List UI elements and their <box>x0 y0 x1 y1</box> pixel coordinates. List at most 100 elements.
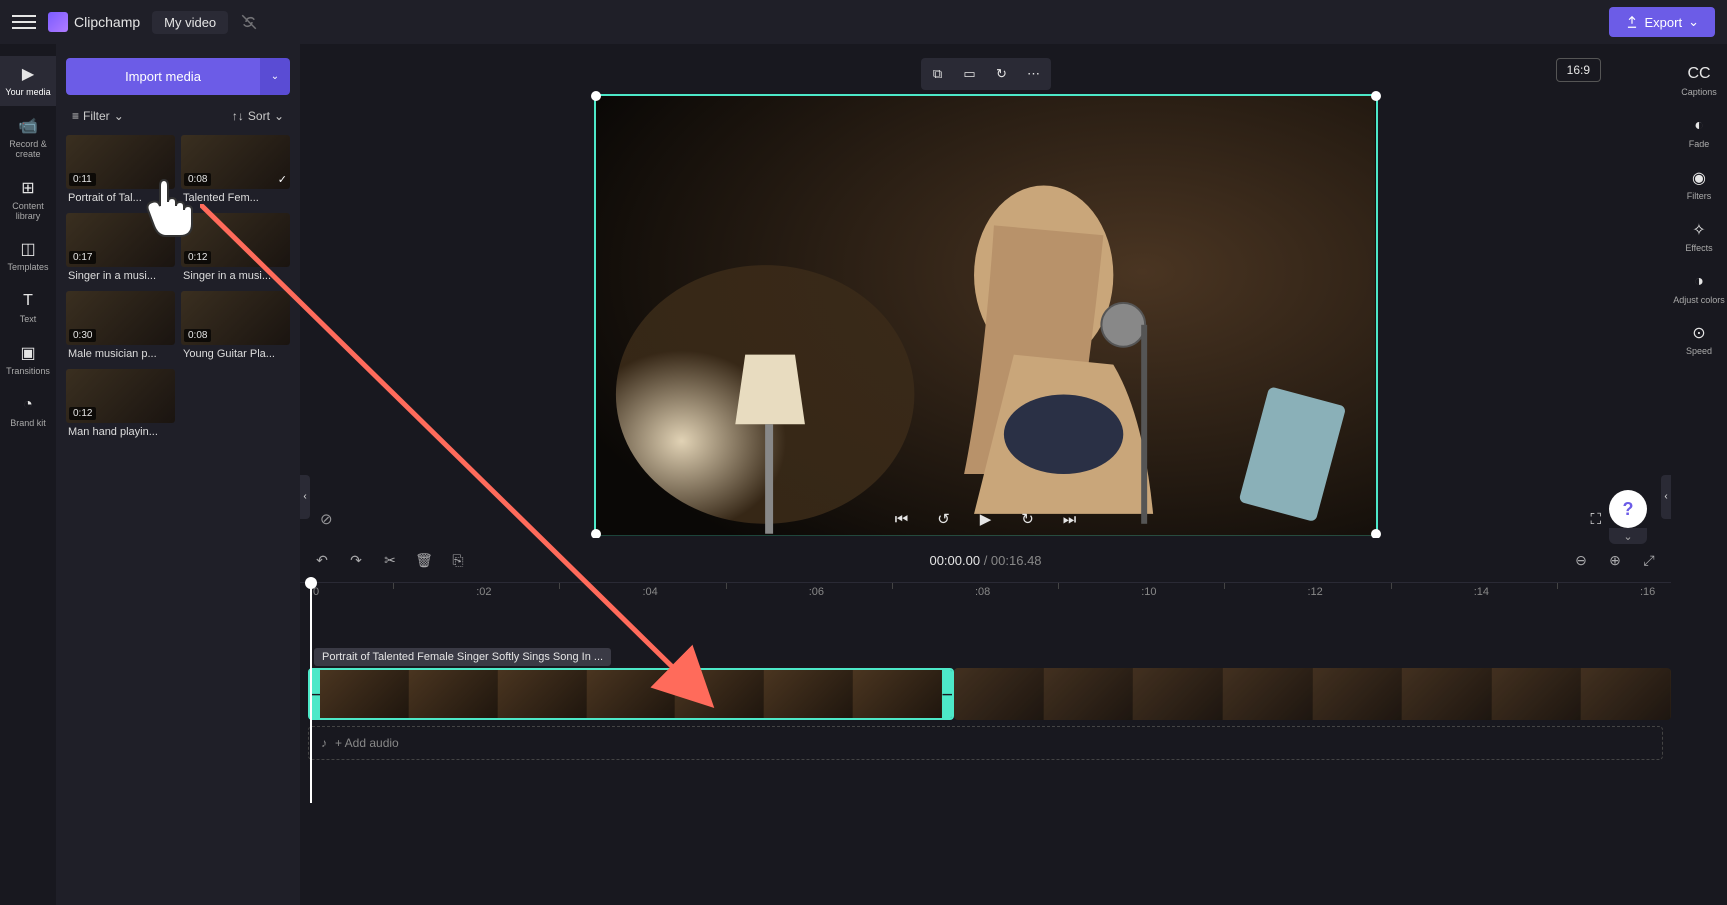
ruler-minor-tick <box>1557 583 1558 589</box>
menu-button[interactable] <box>12 10 36 34</box>
rotate-button[interactable]: ↻ <box>987 60 1017 88</box>
clip-label: Portrait of Talented Female Singer Softl… <box>314 648 611 666</box>
media-item-2[interactable]: 0:17Singer in a musi... <box>66 213 175 285</box>
templates-icon: ◫ <box>18 239 38 259</box>
split-button[interactable]: ✂ <box>380 552 400 569</box>
media-duration: 0:30 <box>69 329 96 342</box>
video-clip-selected[interactable]: || || <box>308 668 954 720</box>
media-thumbnail: 0:30 <box>66 291 175 345</box>
zoom-in-button[interactable]: ⊕ <box>1605 552 1625 569</box>
media-filename: Young Guitar Pla... <box>181 345 290 363</box>
preview-canvas[interactable] <box>594 94 1378 536</box>
media-filename: Talented Fem... <box>181 189 290 207</box>
filters-icon: ◉ <box>1689 168 1709 188</box>
media-item-1[interactable]: 0:08✓Talented Fem... <box>181 135 290 207</box>
logo-icon <box>48 12 68 32</box>
next-button[interactable]: ⏭ <box>1059 508 1081 530</box>
sidebar-effects[interactable]: ✧Effects <box>1671 212 1727 262</box>
app-logo[interactable]: Clipchamp <box>48 12 140 32</box>
aspect-ratio-button[interactable]: 16:9 <box>1556 58 1601 82</box>
adjust-icon: ◑ <box>1689 272 1709 292</box>
play-button[interactable]: ▶ <box>975 508 997 530</box>
help-button[interactable]: ? <box>1609 490 1647 528</box>
export-button[interactable]: Export ⌄ <box>1609 7 1715 37</box>
import-dropdown[interactable]: ⌄ <box>260 58 290 95</box>
sidebar-brand-kit[interactable]: ◔Brand kit <box>0 387 56 437</box>
media-thumbnail: 0:17 <box>66 213 175 267</box>
fit-button[interactable]: ▭ <box>955 60 985 88</box>
zoom-out-button[interactable]: ⊖ <box>1571 552 1591 569</box>
undo-button[interactable]: ↶ <box>312 552 332 569</box>
ruler-tick: :16 <box>1640 586 1655 598</box>
resize-handle-tr[interactable] <box>1371 91 1381 101</box>
watermark-button[interactable]: ⊘ <box>320 510 333 528</box>
media-item-4[interactable]: 0:30Male musician p... <box>66 291 175 363</box>
media-thumbnail: 0:11 <box>66 135 175 189</box>
duplicate-button[interactable]: ⎘ <box>448 552 468 569</box>
delete-button[interactable]: 🗑 <box>414 552 434 569</box>
prev-button[interactable]: ⏮ <box>891 508 913 530</box>
speed-icon: ⊙ <box>1689 323 1709 343</box>
media-item-5[interactable]: 0:08Young Guitar Pla... <box>181 291 290 363</box>
chevron-down-icon: ⌄ <box>114 109 124 123</box>
sidebar-speed[interactable]: ⊙Speed <box>1671 315 1727 365</box>
media-item-6[interactable]: 0:12Man hand playin... <box>66 369 175 441</box>
clip-handle-right[interactable]: || <box>942 670 952 718</box>
sidebar-record-create[interactable]: 📹Record & create <box>0 108 56 168</box>
fullscreen-button[interactable]: ⛶ <box>1590 511 1601 528</box>
sidebar-adjust-colors[interactable]: ◑Adjust colors <box>1671 264 1727 314</box>
sidebar-your-media[interactable]: ▶Your media <box>0 56 56 106</box>
effects-icon: ✧ <box>1689 220 1709 240</box>
ruler-minor-tick <box>892 583 893 589</box>
media-filename: Portrait of Tal... <box>66 189 175 207</box>
sidebar-content-library[interactable]: ⊞Content library <box>0 170 56 230</box>
sidebar-captions[interactable]: CCCaptions <box>1671 56 1727 106</box>
collapse-help-button[interactable]: ⌄ <box>1609 528 1647 544</box>
crop-button[interactable]: ⧉ <box>923 60 953 88</box>
sidebar-templates[interactable]: ◫Templates <box>0 231 56 281</box>
media-thumbnail: 0:08✓ <box>181 135 290 189</box>
captions-icon: CC <box>1689 64 1709 84</box>
chevron-down-icon: ⌄ <box>1688 14 1699 30</box>
checkmark-icon: ✓ <box>278 173 287 186</box>
ruler-minor-tick <box>1058 583 1059 589</box>
text-icon: T <box>18 291 38 311</box>
preview-image <box>596 96 1376 536</box>
app-name: Clipchamp <box>74 14 140 30</box>
timeline-tracks: Portrait of Talented Female Singer Softl… <box>300 604 1671 760</box>
rewind-button[interactable]: ↺ <box>933 508 955 530</box>
sync-off-icon <box>240 13 258 31</box>
timeline-toolbar: ↶ ↷ ✂ 🗑 ⎘ 00:00.00 / 00:16.48 ⊖ ⊕ ⤢ <box>300 538 1671 582</box>
sort-button[interactable]: ↑↓Sort⌄ <box>232 109 284 123</box>
media-item-0[interactable]: 0:11 Portrait of Tal... <box>66 135 175 207</box>
ruler-minor-tick <box>726 583 727 589</box>
filter-button[interactable]: ≡Filter⌄ <box>72 109 124 123</box>
sidebar-transitions[interactable]: ▣Transitions <box>0 335 56 385</box>
sidebar-filters[interactable]: ◉Filters <box>1671 160 1727 210</box>
media-filename: Singer in a musi... <box>181 267 290 285</box>
resize-handle-tl[interactable] <box>591 91 601 101</box>
timeline-time: 00:00.00 / 00:16.48 <box>929 553 1041 568</box>
sidebar-text[interactable]: TText <box>0 283 56 333</box>
media-icon: ▶ <box>18 64 38 84</box>
zoom-fit-button[interactable]: ⤢ <box>1639 552 1659 569</box>
redo-button[interactable]: ↷ <box>346 552 366 569</box>
ruler-minor-tick <box>1391 583 1392 589</box>
playhead[interactable] <box>310 583 312 803</box>
add-audio-track[interactable]: ♪ + Add audio <box>308 726 1663 760</box>
forward-button[interactable]: ↻ <box>1017 508 1039 530</box>
sidebar-fade[interactable]: ◐Fade <box>1671 108 1727 158</box>
filter-icon: ≡ <box>72 109 79 123</box>
timeline-ruler[interactable]: :0:02:04:06:08:10:12:14:16 <box>300 582 1671 604</box>
media-thumbnail: 0:12 <box>181 213 290 267</box>
ruler-tick: :02 <box>476 586 491 598</box>
project-title[interactable]: My video <box>152 11 228 34</box>
video-clip-2[interactable] <box>954 668 1671 720</box>
import-media-button[interactable]: Import media <box>66 58 260 95</box>
more-options-button[interactable]: ⋯ <box>1019 60 1049 88</box>
media-filename: Singer in a musi... <box>66 267 175 285</box>
ruler-minor-tick <box>1224 583 1225 589</box>
media-item-3[interactable]: 0:12Singer in a musi... <box>181 213 290 285</box>
media-duration: 0:11 <box>69 173 96 186</box>
media-thumbnail: 0:12 <box>66 369 175 423</box>
